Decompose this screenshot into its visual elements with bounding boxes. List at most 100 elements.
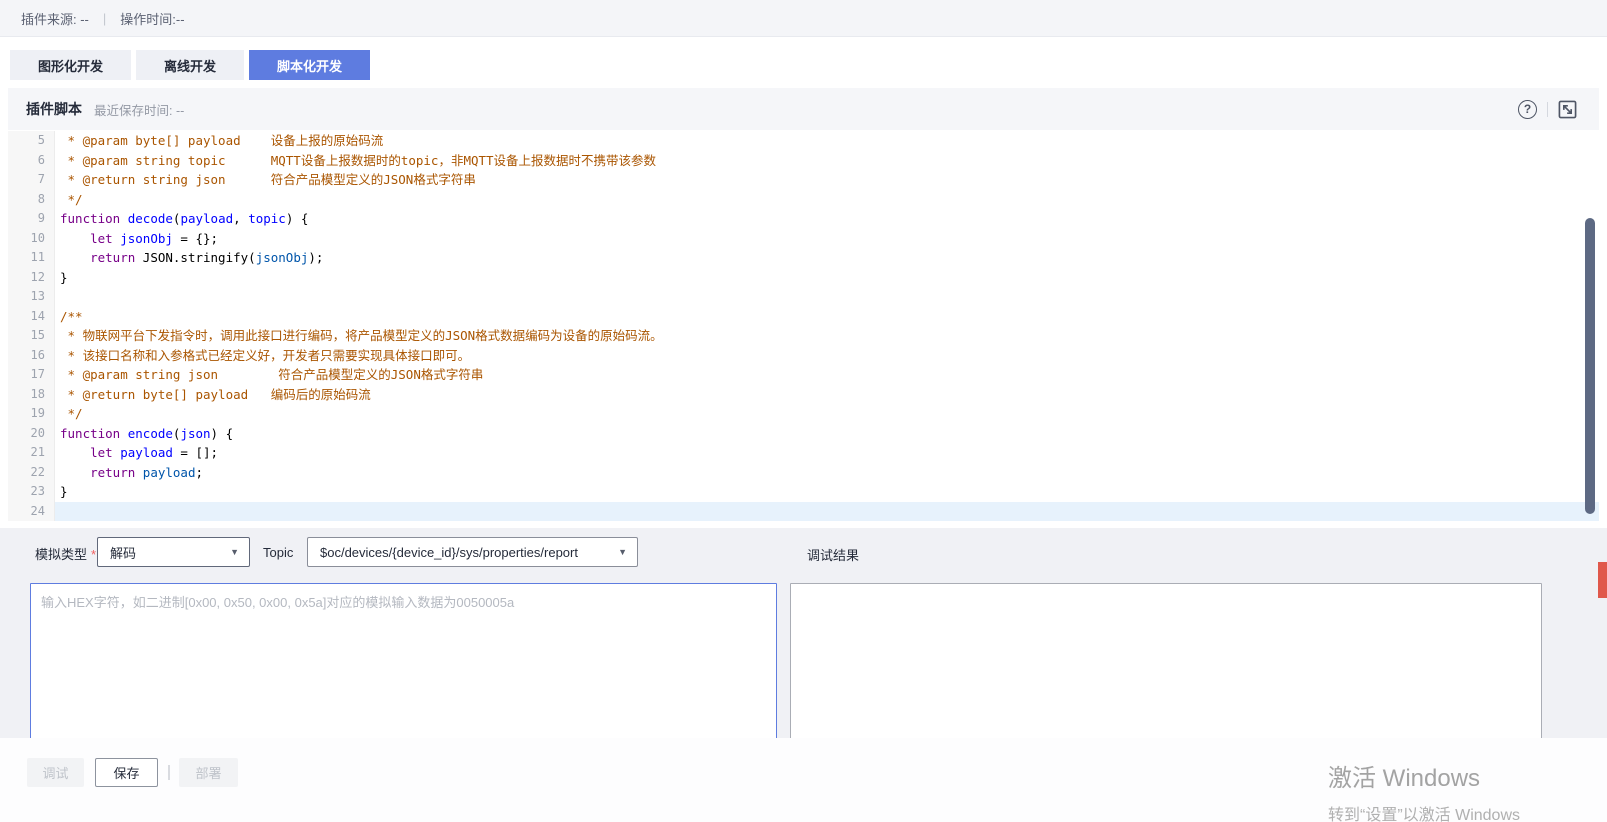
line-number: 5: [8, 131, 55, 151]
code-text: * 物联网平台下发指令时，调用此接口进行编码，将产品模型定义的JSON格式数据编…: [55, 326, 1599, 346]
code-line-10[interactable]: 10 let jsonObj = {};: [8, 229, 1599, 249]
meta-divider: |: [103, 11, 106, 26]
code-line-20[interactable]: 20function encode(json) {: [8, 424, 1599, 444]
code-text: let jsonObj = {};: [55, 229, 1599, 249]
dev-mode-tabs: 图形化开发离线开发脚本化开发: [10, 50, 370, 80]
code-line-9[interactable]: 9function decode(payload, topic) {: [8, 209, 1599, 229]
line-number: 7: [8, 170, 55, 190]
code-line-19[interactable]: 19 */: [8, 404, 1599, 424]
code-text: * @param string topic MQTT设备上报数据时的topic，…: [55, 151, 1599, 171]
line-number: 22: [8, 463, 55, 483]
debug-result-label: 调试结果: [807, 545, 859, 564]
code-line-5[interactable]: 5 * @param byte[] payload 设备上报的原始码流: [8, 131, 1599, 151]
panel-title: 插件脚本: [26, 99, 82, 119]
tab-graphical[interactable]: 图形化开发: [10, 50, 131, 80]
simulator-section: 模拟类型 * 解码 ▼ Topic $oc/devices/{device_id}…: [0, 528, 1607, 738]
code-text: function decode(payload, topic) {: [55, 209, 1599, 229]
code-text: * @param string json 符合产品模型定义的JSON格式字符串: [55, 365, 1599, 385]
save-button[interactable]: 保存: [95, 758, 158, 787]
line-number: 6: [8, 151, 55, 171]
code-text: return JSON.stringify(jsonObj);: [55, 248, 1599, 268]
topic-select[interactable]: $oc/devices/{device_id}/sys/properties/r…: [307, 537, 638, 567]
line-number: 18: [8, 385, 55, 405]
deploy-button[interactable]: 部署: [179, 758, 238, 787]
chevron-down-icon: ▼: [230, 547, 239, 557]
watermark-line2: 转到“设置”以激活 Windows: [1328, 806, 1520, 822]
line-number: 13: [8, 287, 55, 307]
debug-result-panel: [790, 583, 1542, 738]
line-number: 9: [8, 209, 55, 229]
code-text: function encode(json) {: [55, 424, 1599, 444]
code-line-12[interactable]: 12}: [8, 268, 1599, 288]
topic-value: $oc/devices/{device_id}/sys/properties/r…: [320, 545, 578, 560]
line-number: 15: [8, 326, 55, 346]
code-line-6[interactable]: 6 * @param string topic MQTT设备上报数据时的topi…: [8, 151, 1599, 171]
code-text: let payload = [];: [55, 443, 1599, 463]
code-line-8[interactable]: 8 */: [8, 190, 1599, 210]
simulation-type-text: 模拟类型: [35, 547, 87, 562]
simulation-type-select[interactable]: 解码 ▼: [97, 537, 250, 567]
line-number: 10: [8, 229, 55, 249]
chevron-down-icon: ▼: [618, 547, 627, 557]
line-number: 19: [8, 404, 55, 424]
code-line-14[interactable]: 14/**: [8, 307, 1599, 327]
help-icon[interactable]: ?: [1518, 100, 1537, 119]
code-line-24[interactable]: 24: [8, 502, 1599, 522]
code-text: * 该接口名称和入参格式已经定义好，开发者只需要实现具体接口即可。: [55, 346, 1599, 366]
topic-label: Topic: [263, 545, 293, 560]
code-line-22[interactable]: 22 return payload;: [8, 463, 1599, 483]
code-text: [55, 287, 1599, 307]
tab-script[interactable]: 脚本化开发: [249, 50, 370, 80]
line-number: 8: [8, 190, 55, 210]
plugin-script-panel: 插件脚本 最近保存时间: -- ? 5 * @param byte[] payl…: [8, 88, 1599, 527]
line-number: 20: [8, 424, 55, 444]
line-number: 23: [8, 482, 55, 502]
tab-offline[interactable]: 离线开发: [136, 50, 244, 80]
debug-button[interactable]: 调试: [27, 758, 84, 787]
required-asterisk: *: [91, 547, 96, 562]
code-line-18[interactable]: 18 * @return byte[] payload 编码后的原始码流: [8, 385, 1599, 405]
code-text: * @param byte[] payload 设备上报的原始码流: [55, 131, 1599, 151]
watermark-line1: 激活 Windows: [1328, 765, 1520, 793]
code-text: return payload;: [55, 463, 1599, 483]
code-line-7[interactable]: 7 * @return string json 符合产品模型定义的JSON格式字…: [8, 170, 1599, 190]
line-number: 21: [8, 443, 55, 463]
plugin-script-header: 插件脚本 最近保存时间: -- ?: [8, 88, 1599, 130]
code-text: }: [55, 482, 1599, 502]
line-number: 12: [8, 268, 55, 288]
line-number: 24: [8, 502, 55, 522]
code-text: */: [55, 190, 1599, 210]
operation-time-label: 操作时间:--: [120, 9, 184, 28]
fullscreen-icon[interactable]: [1558, 100, 1577, 119]
code-line-15[interactable]: 15 * 物联网平台下发指令时，调用此接口进行编码，将产品模型定义的JSON格式…: [8, 326, 1599, 346]
code-line-13[interactable]: 13: [8, 287, 1599, 307]
code-line-11[interactable]: 11 return JSON.stringify(jsonObj);: [8, 248, 1599, 268]
line-number: 14: [8, 307, 55, 327]
windows-watermark: 激活 Windows 转到“设置”以激活 Windows: [1328, 765, 1520, 822]
line-number: 16: [8, 346, 55, 366]
simulation-type-value: 解码: [110, 543, 136, 562]
code-line-16[interactable]: 16 * 该接口名称和入参格式已经定义好，开发者只需要实现具体接口即可。: [8, 346, 1599, 366]
hex-input[interactable]: [30, 583, 777, 738]
code-text: * @return byte[] payload 编码后的原始码流: [55, 385, 1599, 405]
plugin-source-label: 插件来源: --: [21, 9, 89, 28]
code-text: /**: [55, 307, 1599, 327]
footer-bar: 调试 保存 部署 激活 Windows 转到“设置”以激活 Windows: [0, 738, 1607, 822]
icon-divider: [1547, 102, 1548, 117]
scrollbar-red-marker[interactable]: [1598, 562, 1607, 598]
code-line-23[interactable]: 23}: [8, 482, 1599, 502]
code-lines: 5 * @param byte[] payload 设备上报的原始码流6 * @…: [8, 131, 1599, 521]
code-text: */: [55, 404, 1599, 424]
code-line-17[interactable]: 17 * @param string json 符合产品模型定义的JSON格式字…: [8, 365, 1599, 385]
header-icons: ?: [1518, 88, 1577, 130]
last-saved-label: 最近保存时间: --: [94, 100, 184, 119]
simulation-type-label: 模拟类型 *: [35, 544, 96, 563]
line-number: 11: [8, 248, 55, 268]
button-divider: [168, 765, 170, 780]
code-line-21[interactable]: 21 let payload = [];: [8, 443, 1599, 463]
screen: 插件来源: -- | 操作时间:-- 图形化开发离线开发脚本化开发 插件脚本 最…: [0, 0, 1607, 822]
page-scrollbar-thumb[interactable]: [1585, 218, 1595, 514]
code-text: [55, 502, 1599, 522]
code-editor[interactable]: 5 * @param byte[] payload 设备上报的原始码流6 * @…: [8, 130, 1599, 527]
line-number: 17: [8, 365, 55, 385]
